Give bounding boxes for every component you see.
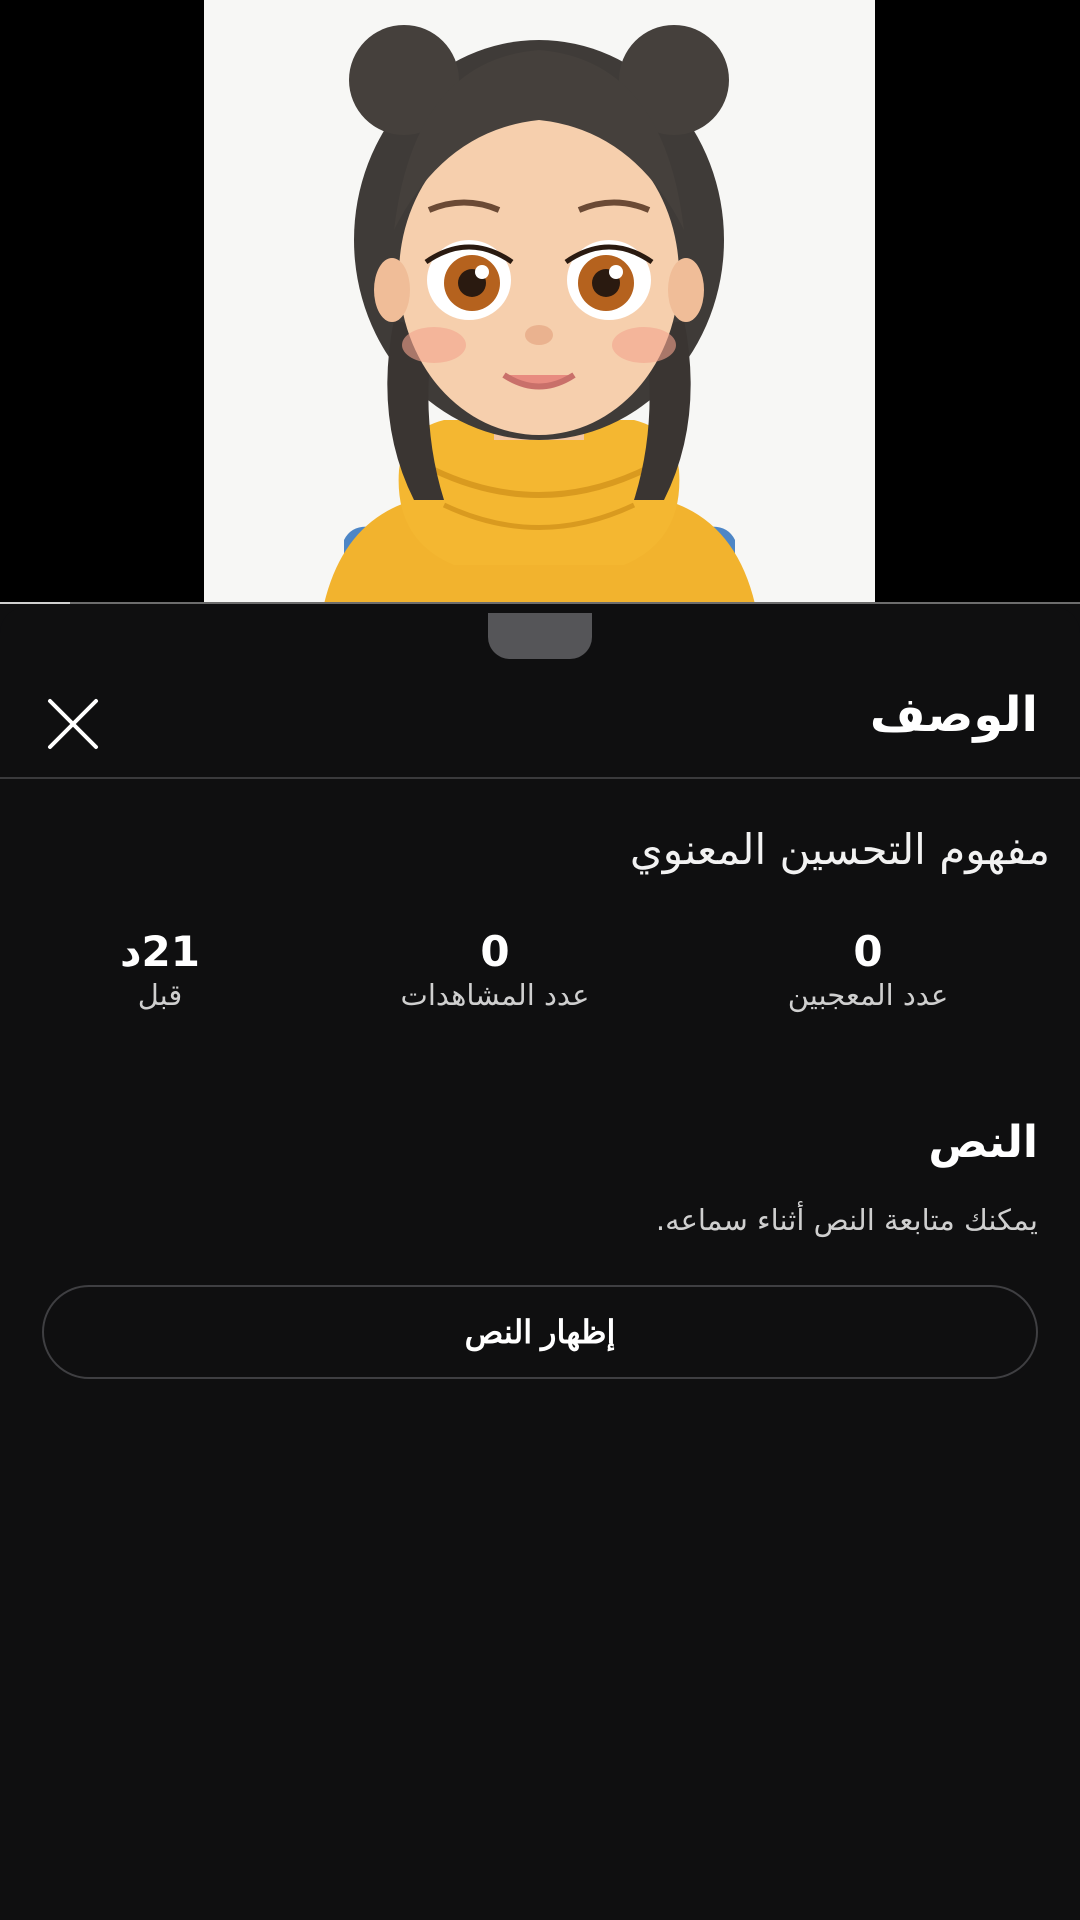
views-count: 0 [480,927,510,976]
progress-bar[interactable] [0,602,1080,604]
likes-count: 0 [853,927,883,976]
description-sheet: الوصف مفهوم التحسين المعنوي 0 عدد المعجب… [0,607,1080,1920]
video-title: مفهوم التحسين المعنوي [629,825,1050,874]
stat-views: 0 عدد المشاهدات [375,927,615,1012]
time-value: 21د [119,927,200,976]
video-thumbnail[interactable] [204,0,875,604]
close-button[interactable] [44,695,102,753]
likes-label: عدد المعجبين [787,978,949,1012]
cartoon-girl-illustration [204,0,875,604]
time-label: قبل [137,978,183,1012]
drag-handle[interactable] [488,613,592,659]
views-label: عدد المشاهدات [400,978,590,1012]
stat-likes: 0 عدد المعجبين [768,927,968,1012]
sheet-header: الوصف [0,657,1080,779]
video-player[interactable] [0,0,1080,604]
transcript-description: يمكنك متابعة النص أثناء سماعه. [655,1203,1038,1237]
close-icon [48,699,98,749]
transcript-heading: النص [928,1117,1038,1168]
progress-bar-fill [0,602,71,604]
sheet-title: الوصف [869,687,1038,743]
show-transcript-button[interactable]: إظهار النص [42,1285,1038,1379]
stat-time: 21د قبل [95,927,225,1012]
